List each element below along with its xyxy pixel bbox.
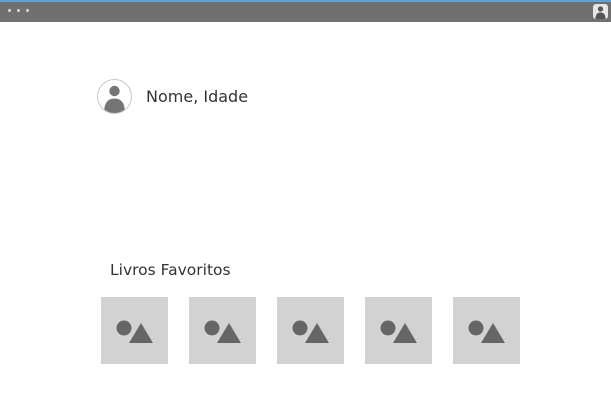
book-thumbnail[interactable] (101, 297, 168, 364)
image-placeholder-icon (116, 320, 153, 343)
favorites-title: Livros Favoritos (110, 261, 231, 279)
three-dots-icon[interactable] (8, 9, 29, 12)
user-icon[interactable] (593, 4, 608, 19)
book-thumbnail[interactable] (453, 297, 520, 364)
image-placeholder-icon (380, 320, 417, 343)
profile-name-age: Nome, Idade (146, 87, 249, 106)
dot (8, 9, 11, 12)
profile-header: Nome, Idade (97, 79, 248, 114)
title-bar (0, 2, 611, 22)
book-thumbnail[interactable] (277, 297, 344, 364)
user-avatar-icon[interactable] (97, 79, 132, 114)
app-window: Nome, Idade Livros Favoritos (0, 0, 611, 419)
favorite-books-list (101, 297, 520, 364)
dot (17, 9, 20, 12)
image-placeholder-icon (292, 320, 329, 343)
book-thumbnail[interactable] (365, 297, 432, 364)
dot (26, 9, 29, 12)
image-placeholder-icon (204, 320, 241, 343)
image-placeholder-icon (468, 320, 505, 343)
book-thumbnail[interactable] (189, 297, 256, 364)
